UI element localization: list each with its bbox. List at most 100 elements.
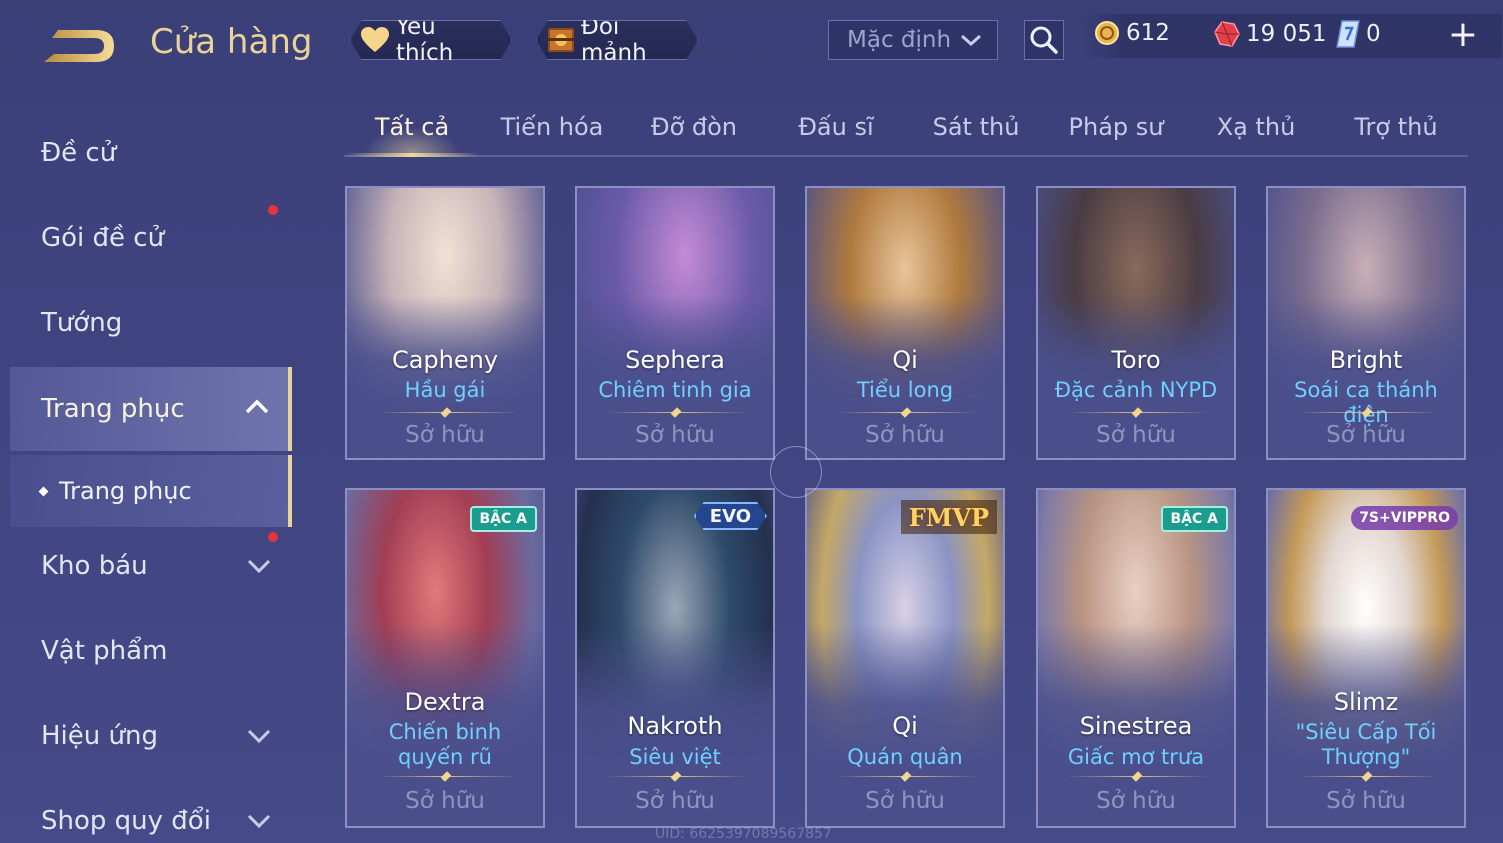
sidebar-item-label: Hiệu ứng (41, 721, 158, 751)
sort-selected-value: Mặc định (847, 27, 952, 53)
skin-name: "Siêu Cấp Tối Thượng" (1295, 720, 1437, 769)
sidebar-item-heroes[interactable]: Tướng (0, 281, 292, 365)
hero-name: Dextra (404, 688, 486, 716)
sidebar-item-recommended[interactable]: Đề cử (0, 111, 292, 195)
sidebar-item-label: Trang phục (41, 394, 185, 424)
skin-name: Chiêm tinh gia (598, 378, 752, 402)
hero-name: Bright (1329, 346, 1403, 374)
skin-name: Quán quân (847, 745, 963, 769)
skin-name: Đặc cảnh NYPD (1054, 378, 1218, 402)
card-divider (607, 776, 747, 777)
card-divider (837, 412, 977, 413)
owned-status: Sở hữu (865, 422, 945, 448)
sidebar-item-label: Gói đề cử (41, 223, 165, 253)
sidebar-item-label: Shop quy đổi (41, 806, 211, 836)
card-divider (1298, 412, 1438, 413)
tab-tank[interactable]: Đỡ đòn (624, 113, 764, 157)
owned-status: Sở hữu (635, 422, 715, 448)
ruby-balance: 19 051 (1214, 20, 1326, 48)
top-bar: Cửa hàng Yêu thích Đổi mảnh Mặc định 612… (0, 0, 1503, 80)
treasure-chest-icon (545, 23, 577, 57)
add-currency-button[interactable]: + (1446, 14, 1480, 55)
sidebar-item-bundles[interactable]: Gói đề cử (0, 196, 292, 280)
owned-status: Sở hữu (1096, 788, 1176, 814)
hero-name: Sephera (625, 346, 725, 374)
skin-card[interactable]: Toro Đặc cảnh NYPD Sở hữu (1036, 186, 1236, 460)
hero-name: Toro (1111, 346, 1161, 374)
sidebar-subitem-skins[interactable]: Trang phục (10, 455, 292, 527)
hero-name: Sinestrea (1079, 712, 1193, 740)
skin-card[interactable]: Qi Tiểu long Sở hữu (805, 186, 1005, 460)
chevron-down-icon (959, 29, 983, 57)
role-tabs: Tất cả Tiến hóa Đỡ đòn Đấu sĩ Sát thủ Ph… (344, 105, 1468, 157)
owned-status: Sở hữu (1096, 422, 1176, 448)
sidebar: Đề cử Gói đề cử Tướng Trang phục Trang p… (0, 105, 292, 843)
owned-status: Sở hữu (405, 788, 485, 814)
chevron-down-icon (246, 809, 272, 839)
tier-badge: BẬC A (469, 506, 537, 532)
sidebar-item-treasure[interactable]: Kho báu (0, 524, 292, 608)
favorites-button[interactable]: Yêu thích (350, 20, 512, 60)
voucher-card-icon (1336, 20, 1360, 48)
sidebar-item-effects[interactable]: Hiệu ứng (0, 694, 292, 778)
owned-status: Sở hữu (865, 788, 945, 814)
owned-status: Sở hữu (635, 788, 715, 814)
card-divider (377, 776, 517, 777)
sidebar-item-skins[interactable]: Trang phục (10, 367, 292, 451)
skin-card[interactable]: BẬC A Sinestrea Giấc mơ trưa Sở hữu (1036, 488, 1236, 828)
tab-mage[interactable]: Pháp sư (1046, 113, 1186, 157)
voucher-balance: 0 (1336, 20, 1381, 48)
ruby-amount: 19 051 (1246, 21, 1327, 47)
sidebar-item-label: Tướng (41, 308, 123, 338)
card-divider (1298, 776, 1438, 777)
favorites-label: Yêu thích (395, 14, 454, 66)
tab-marksman[interactable]: Xạ thủ (1186, 113, 1326, 157)
chevron-down-icon (246, 724, 272, 754)
exchange-shards-button[interactable]: Đổi mảnh (536, 20, 698, 60)
skin-card[interactable]: Capheny Hầu gái Sở hữu (345, 186, 545, 460)
tab-evolution[interactable]: Tiến hóa (484, 113, 620, 157)
hero-name: Nakroth (627, 712, 723, 740)
notification-dot (268, 205, 278, 215)
bullet-icon (38, 486, 49, 496)
hero-name: Slimz (1333, 688, 1399, 716)
sidebar-item-label: Trang phục (59, 477, 192, 505)
sidebar-item-label: Vật phẩm (41, 636, 168, 666)
sidebar-item-exchange-shop[interactable]: Shop quy đổi (0, 779, 292, 843)
tab-fighter[interactable]: Đấu sĩ (766, 113, 906, 157)
card-divider (1068, 776, 1208, 777)
card-divider (837, 776, 977, 777)
skin-name: Chiến binh quyến rũ (388, 720, 502, 769)
chevron-up-icon (244, 395, 270, 425)
sidebar-item-items[interactable]: Vật phẩm (0, 609, 292, 693)
skin-name: Giấc mơ trưa (1067, 745, 1205, 769)
chevron-down-icon (246, 554, 272, 584)
card-divider (1068, 412, 1208, 413)
skin-name: Soái ca thánh điện (1294, 378, 1438, 427)
plus-icon: + (1447, 14, 1479, 55)
skin-name: Tiểu long (856, 378, 954, 402)
tab-assassin[interactable]: Sát thủ (906, 113, 1046, 157)
skin-card[interactable]: BẬC A Dextra Chiến binh quyến rũ Sở hữu (345, 488, 545, 828)
voucher-amount: 0 (1366, 21, 1381, 47)
fmvp-badge: FMVP (900, 500, 997, 534)
back-button[interactable] (40, 24, 120, 68)
gold-coin-icon (1095, 21, 1119, 45)
tab-all[interactable]: Tất cả (344, 113, 480, 157)
owned-status: Sở hữu (1326, 422, 1406, 448)
skin-name: Siêu việt (629, 745, 721, 769)
vip-badge: 7S+VIPPRO (1351, 506, 1458, 530)
hero-name: Capheny (391, 346, 499, 374)
exchange-label: Đổi mảnh (581, 14, 647, 66)
sidebar-item-label: Đề cử (41, 138, 117, 168)
tier-badge: BẬC A (1160, 506, 1228, 532)
skin-card[interactable]: Sephera Chiêm tinh gia Sở hữu (575, 186, 775, 460)
search-button[interactable] (1024, 20, 1064, 60)
skin-card[interactable]: Bright Soái ca thánh điện Sở hữu (1266, 186, 1466, 460)
skin-card[interactable]: 7S+VIPPRO Slimz "Siêu Cấp Tối Thượng" Sở… (1266, 488, 1466, 828)
tab-support[interactable]: Trợ thủ (1326, 113, 1466, 157)
owned-status: Sở hữu (405, 422, 485, 448)
skin-card[interactable]: EVO Nakroth Siêu việt Sở hữu (575, 488, 775, 828)
sort-dropdown[interactable]: Mặc định (828, 20, 998, 60)
skin-card[interactable]: FMVP Qi Quán quân Sở hữu (805, 488, 1005, 828)
